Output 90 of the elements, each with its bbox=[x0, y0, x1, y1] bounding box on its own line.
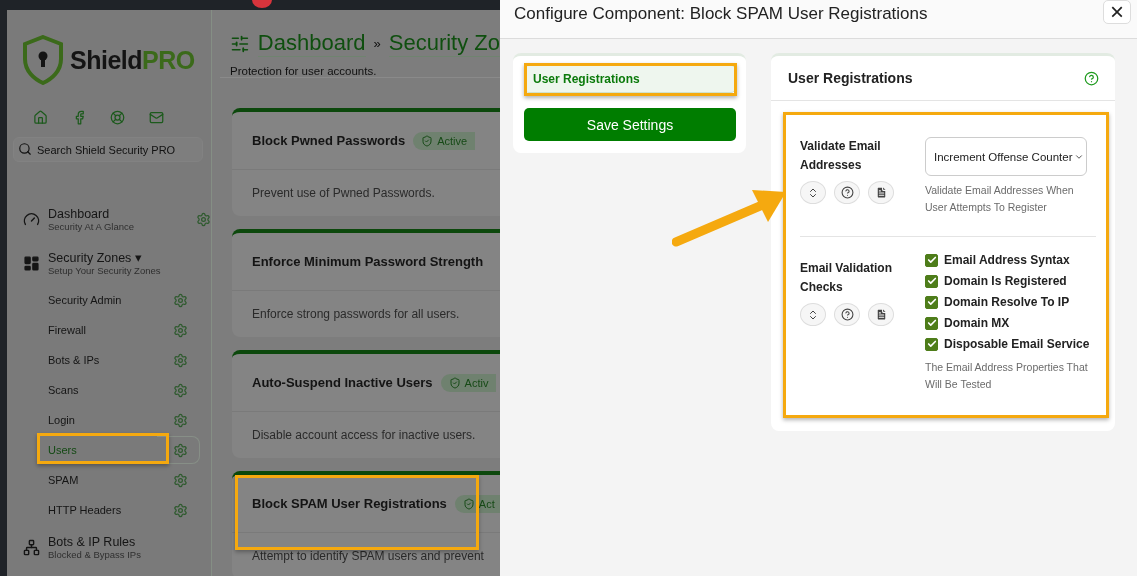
settings-icon[interactable] bbox=[173, 322, 188, 338]
checkbox[interactable] bbox=[925, 316, 938, 330]
lifebuoy-icon bbox=[110, 110, 126, 125]
checkbox-label[interactable]: Domain Is Registered bbox=[944, 274, 1067, 288]
settings-icon[interactable] bbox=[173, 502, 188, 518]
settings-icon[interactable] bbox=[173, 442, 188, 458]
checkbox-label[interactable]: Domain MX bbox=[944, 316, 1010, 330]
shield-logo-icon bbox=[22, 35, 64, 85]
checkbox[interactable] bbox=[925, 337, 938, 351]
option-hint: The Email Address Properties That Will Be Tested bbox=[925, 360, 1089, 392]
logo-text: ShieldPRO bbox=[70, 45, 195, 75]
breadcrumb-link[interactable]: Dashboard bbox=[257, 30, 366, 57]
breadcrumb-separator: » bbox=[373, 36, 381, 51]
card-title: Block SPAM User Registrations bbox=[252, 496, 447, 511]
shield-check-icon bbox=[462, 497, 475, 510]
shield-check-icon bbox=[421, 134, 434, 147]
page-subtitle: Protection for user accounts. bbox=[230, 65, 378, 77]
card-title: Enforce Minimum Password Strength bbox=[252, 254, 484, 269]
checkmark-icon bbox=[926, 255, 937, 265]
option-hint: Validate Email Addresses When User Attempts To Register bbox=[925, 183, 1075, 215]
settings-icon[interactable] bbox=[173, 412, 188, 428]
offense-select[interactable]: Increment Offense Counter bbox=[925, 137, 1087, 176]
card-description: Enforce strong passwords for all users. bbox=[251, 306, 461, 323]
nav-item[interactable]: Users bbox=[37, 438, 167, 462]
panel-title: User Registrations bbox=[788, 70, 913, 86]
close-button[interactable]: × bbox=[1103, 0, 1131, 24]
nav-section-title[interactable]: Security Zones ▾ bbox=[48, 250, 183, 265]
option-label: Validate Email Addresses bbox=[800, 138, 882, 174]
support-link[interactable] bbox=[110, 110, 126, 125]
help-icon bbox=[840, 186, 854, 199]
checkbox-label[interactable]: Disposable Email Service bbox=[944, 337, 1090, 351]
nav-section-title[interactable]: Bots & IP Rules bbox=[48, 534, 183, 549]
up-down-chevrons-icon bbox=[807, 308, 819, 321]
card-title: Auto-Suspend Inactive Users bbox=[252, 375, 433, 390]
nav-item[interactable]: HTTP Headers bbox=[37, 498, 167, 522]
nav-section-caption: Blocked & Bypass IPs bbox=[48, 548, 142, 560]
checkmark-icon bbox=[926, 276, 937, 286]
document-button[interactable] bbox=[868, 181, 894, 204]
checkmark-icon bbox=[926, 297, 937, 307]
card-description: Prevent use of Pwned Passwords. bbox=[251, 185, 436, 202]
card-description: Disable account access for inactive users. bbox=[251, 427, 477, 444]
checkmark-icon bbox=[926, 339, 937, 349]
nav-item[interactable]: Scans bbox=[37, 378, 167, 402]
gauge-icon bbox=[23, 210, 40, 228]
settings-icon[interactable] bbox=[173, 352, 188, 368]
document-icon bbox=[874, 186, 888, 199]
settings-icon[interactable] bbox=[173, 472, 188, 488]
card-title: Block Pwned Passwords bbox=[252, 133, 406, 148]
mail-link[interactable] bbox=[148, 110, 164, 125]
status-badge: Act bbox=[454, 494, 500, 513]
checkmark-icon bbox=[926, 318, 937, 328]
option-label: Email Validation Checks bbox=[800, 260, 894, 296]
checkbox[interactable] bbox=[925, 253, 938, 267]
expand-button[interactable] bbox=[800, 303, 826, 326]
checkbox-label[interactable]: Email Address Syntax bbox=[944, 253, 1070, 267]
nav-section-caption: Security At A Glance bbox=[48, 220, 136, 232]
nav-item[interactable]: Firewall bbox=[37, 318, 167, 342]
help-icon[interactable] bbox=[1084, 70, 1099, 86]
section-tab[interactable]: User Registrations bbox=[524, 65, 736, 93]
nav-item[interactable]: Bots & IPs bbox=[37, 348, 167, 372]
nav-item[interactable]: Login bbox=[37, 408, 167, 432]
dashboard-grid-icon bbox=[23, 254, 40, 272]
network-icon bbox=[23, 538, 40, 556]
mail-icon bbox=[148, 110, 164, 125]
save-settings-button[interactable]: Save Settings bbox=[524, 108, 736, 141]
checkbox[interactable] bbox=[925, 274, 938, 288]
help-icon bbox=[840, 308, 854, 321]
status-badge: Active bbox=[413, 131, 476, 150]
status-badge: Activ bbox=[440, 373, 497, 392]
search-field[interactable]: Search Shield Security PRO bbox=[13, 137, 203, 162]
help-button[interactable] bbox=[834, 303, 860, 326]
home-icon bbox=[33, 110, 48, 125]
nav-item[interactable]: SPAM bbox=[37, 468, 167, 492]
nav-section-caption: Setup Your Security Zones bbox=[48, 265, 162, 276]
document-button[interactable] bbox=[868, 303, 894, 326]
dialog-title: Configure Component: Block SPAM User Registrations bbox=[514, 4, 928, 24]
card-description: Attempt to identify SPAM users and prevent bbox=[251, 548, 485, 565]
checkbox-label[interactable]: Domain Resolve To IP bbox=[944, 295, 1070, 309]
nav-section-title[interactable]: Dashboard bbox=[48, 206, 216, 221]
up-down-chevrons-icon bbox=[807, 186, 819, 199]
settings-icon[interactable] bbox=[173, 382, 188, 398]
settings-icon[interactable] bbox=[173, 292, 188, 308]
expand-button[interactable] bbox=[800, 181, 826, 204]
checkbox[interactable] bbox=[925, 295, 938, 309]
nav-item[interactable]: Security Admin bbox=[37, 288, 167, 312]
document-icon bbox=[874, 308, 888, 321]
help-button[interactable] bbox=[834, 181, 860, 204]
settings-icon[interactable] bbox=[196, 211, 211, 227]
shield-check-icon bbox=[448, 376, 461, 389]
home-link[interactable] bbox=[33, 110, 48, 125]
